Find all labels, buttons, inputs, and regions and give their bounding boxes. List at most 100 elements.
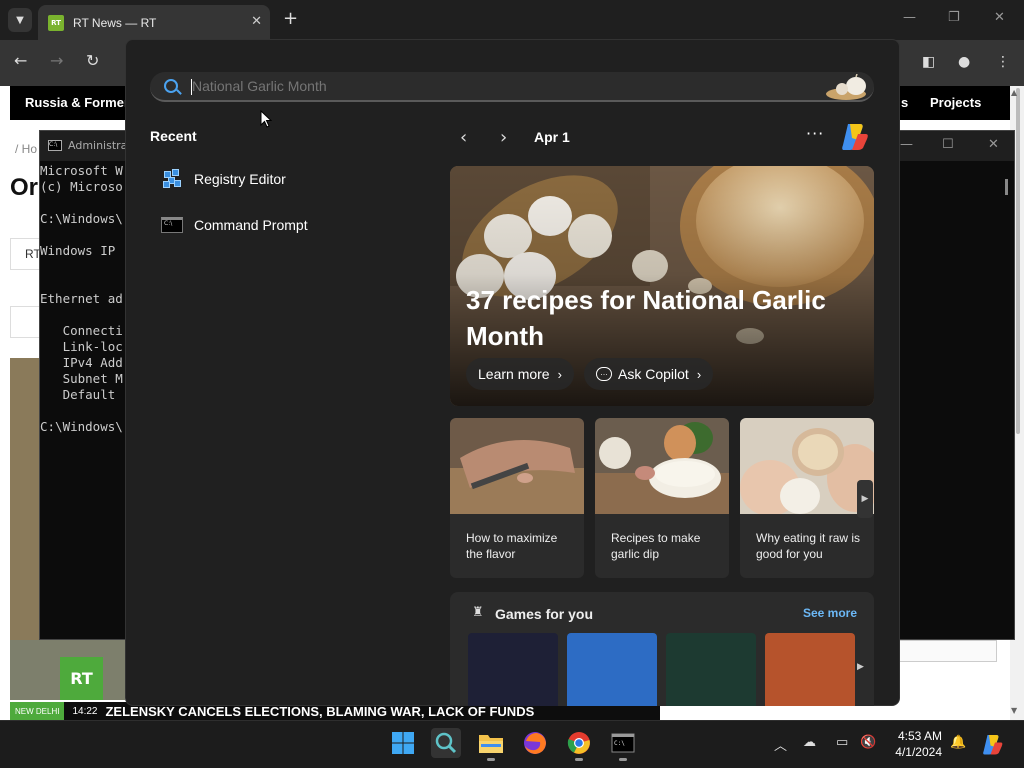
firefox-icon [524, 732, 546, 754]
running-indicator [619, 758, 627, 761]
rt-logo: RT [60, 657, 103, 700]
file-explorer-button[interactable] [476, 728, 506, 758]
card-image [595, 418, 729, 514]
cmd-minimize-icon[interactable]: — [900, 137, 913, 152]
chrome-button[interactable] [564, 728, 594, 758]
back-icon[interactable]: ← [14, 51, 27, 70]
start-button[interactable] [388, 728, 418, 758]
svg-text:C:\: C:\ [614, 740, 625, 747]
cmd-line [40, 275, 123, 291]
profile-icon[interactable]: ● [958, 54, 974, 70]
cmd-close-icon[interactable]: ✕ [988, 137, 999, 152]
cmd-line: (c) Microso [40, 179, 123, 194]
hero-title[interactable]: 37 recipes for National Garlic Month [466, 282, 836, 354]
cmd-line [40, 227, 123, 243]
page-tab[interactable]: RT [10, 238, 41, 270]
scroll-up-icon[interactable]: ▲ [1011, 88, 1017, 97]
see-more-link[interactable]: See more [803, 606, 857, 620]
forward-icon[interactable]: → [50, 51, 63, 70]
nav-item[interactable]: Projects [930, 95, 981, 110]
browser-tab-bar: ▼ RT RT News — RT ✕ + — ❐ ✕ [0, 0, 1024, 40]
tab-title: RT News — RT [73, 15, 157, 30]
running-indicator [487, 758, 495, 761]
search-button[interactable] [431, 728, 461, 758]
menu-icon[interactable]: ⋮ [996, 54, 1012, 70]
card-title: Recipes to make garlic dip [611, 531, 701, 561]
chrome-icon [567, 732, 590, 754]
next-day-icon[interactable]: › [500, 127, 507, 148]
breadcrumb[interactable]: / Ho [15, 142, 37, 156]
recent-item-label: Registry Editor [194, 171, 286, 187]
copilot-taskbar-icon[interactable] [980, 732, 1004, 756]
cards-next-icon[interactable]: ▶ [857, 480, 873, 518]
cmd-line: IPv4 Add [40, 355, 123, 370]
article-card[interactable]: How to maximize the flavor [450, 418, 584, 578]
cmd-line: Link-loc [40, 339, 123, 354]
search-box[interactable] [150, 72, 874, 102]
chess-piece-icon: ♜ [472, 605, 484, 620]
cmd-line: C:\Windows\ [40, 211, 123, 226]
notification-bell-icon[interactable]: 🔔 [950, 735, 966, 750]
clock-time: 4:53 AM [897, 729, 942, 743]
network-icon[interactable]: ▭ [836, 735, 848, 750]
firefox-button[interactable] [520, 728, 550, 758]
text-caret [191, 79, 192, 95]
clock-date: 4/1/2024 [895, 745, 942, 759]
sidebar-icon[interactable]: ◧ [922, 54, 938, 70]
ask-copilot-button[interactable]: … Ask Copilot › [584, 358, 714, 390]
date-label: Apr 1 [534, 129, 570, 145]
cmd-scroll-thumb[interactable] [1005, 179, 1008, 195]
browser-tab[interactable]: RT RT News — RT ✕ [38, 5, 270, 40]
chevron-up-icon[interactable]: ︿ [774, 735, 787, 754]
desktop: ▼ RT RT News — RT ✕ + — ❐ ✕ ← → ↻ ◧ ● ⋮ … [0, 0, 1024, 768]
minimize-icon[interactable]: — [903, 10, 916, 25]
cmd-output[interactable]: Microsoft W (c) Microso C:\Windows\ Windo… [40, 163, 123, 435]
close-window-icon[interactable]: ✕ [994, 10, 1005, 25]
article-card[interactable]: Why eating it raw is good for you [740, 418, 874, 578]
command-prompt-icon: C:\ [611, 733, 635, 753]
search-icon [164, 79, 178, 93]
games-next-icon[interactable]: ▶ [857, 662, 864, 672]
volume-muted-icon[interactable]: 🔇 [860, 735, 876, 750]
nav-item[interactable]: Russia & Former [25, 95, 129, 110]
page-box [10, 306, 40, 338]
reload-icon[interactable]: ↻ [86, 51, 99, 70]
terminal-button[interactable]: C:\ [608, 728, 638, 758]
card-image [450, 418, 584, 514]
game-tile[interactable] [567, 633, 657, 706]
mouse-cursor-icon [260, 110, 272, 128]
recent-item-registry-editor[interactable]: Registry Editor [150, 161, 420, 197]
clock[interactable]: 4:53 AM 4/1/2024 [890, 728, 942, 760]
registry-editor-icon [160, 167, 184, 191]
tab-list-button[interactable]: ▼ [8, 8, 32, 32]
rt-favicon-icon: RT [48, 14, 64, 31]
game-tile[interactable] [468, 633, 558, 706]
card-title: Why eating it raw is good for you [756, 531, 861, 561]
recent-item-label: Command Prompt [194, 217, 308, 233]
cmd-title: Administra [68, 139, 128, 152]
game-tile[interactable] [666, 633, 756, 706]
more-options-icon[interactable]: ··· [806, 124, 824, 143]
previous-day-icon[interactable]: ‹ [460, 127, 467, 148]
chevron-right-icon: › [557, 366, 562, 382]
restore-icon[interactable]: ❐ [948, 10, 960, 25]
cmd-line: Ethernet ad [40, 291, 123, 306]
cloud-offline-icon[interactable]: ☁ [803, 735, 816, 750]
cmd-maximize-icon[interactable]: ☐ [942, 137, 954, 152]
nav-item[interactable]: s [901, 95, 908, 110]
cmd-line: Connecti [40, 323, 123, 338]
cmd-window-icon: C:\ [48, 140, 62, 151]
search-input[interactable] [190, 72, 810, 100]
recent-item-command-prompt[interactable]: C:\ Command Prompt [150, 207, 420, 243]
card-image [740, 418, 874, 514]
page-box [899, 640, 997, 662]
scroll-down-icon[interactable]: ▼ [1011, 706, 1017, 715]
page-scroll-thumb[interactable] [1016, 88, 1020, 434]
close-tab-icon[interactable]: ✕ [251, 14, 262, 29]
copilot-icon[interactable] [838, 120, 870, 152]
learn-more-button[interactable]: Learn more › [466, 358, 574, 390]
new-tab-icon[interactable]: + [283, 8, 298, 29]
cmd-line: Windows IP [40, 243, 123, 258]
article-card[interactable]: Recipes to make garlic dip [595, 418, 729, 578]
game-tile[interactable] [765, 633, 855, 706]
